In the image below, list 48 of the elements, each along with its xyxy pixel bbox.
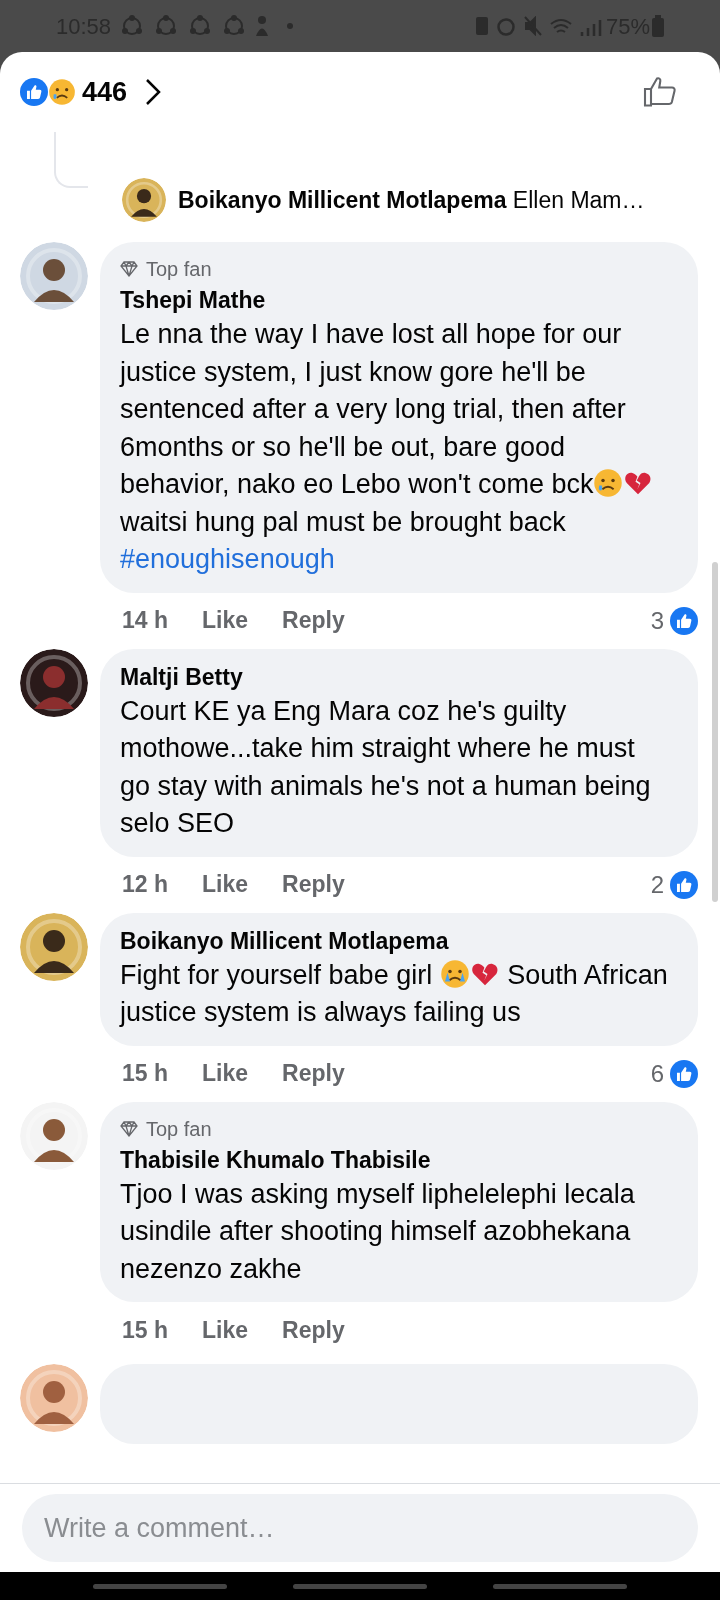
like-reaction-icon bbox=[20, 78, 48, 106]
comment-field[interactable]: Write a comment… bbox=[22, 1494, 698, 1562]
comment-time: 12 h bbox=[122, 870, 169, 900]
commenter-name[interactable]: Maltji Betty bbox=[120, 660, 668, 693]
dot-icon bbox=[287, 23, 294, 29]
like-link[interactable]: Like bbox=[202, 1312, 249, 1348]
like-link[interactable]: Like bbox=[202, 1056, 249, 1091]
alarm-icon bbox=[495, 16, 516, 36]
like-reaction-icon bbox=[670, 606, 698, 635]
comment-time: 15 h bbox=[122, 1059, 169, 1089]
commenter-name[interactable]: Thabisile Khumalo Thabisile bbox=[120, 1143, 668, 1176]
comment-text: Fight for yourself babe girl South African justice system is always failing us bbox=[120, 957, 668, 1029]
comment-text: Tjoo I was asking myself liphelelephi lecala usindile after shooting himself azobhekana nezenzo zakhe bbox=[120, 1177, 636, 1286]
comment-time: 14 h bbox=[122, 606, 169, 636]
like-count: 3 bbox=[650, 605, 664, 636]
comment-text: Court KE ya Eng Mara coz he's guilty mothowe...take him straight where he must go stay with animals he's not a human being selo SEO bbox=[120, 694, 652, 840]
like-link[interactable]: Like bbox=[202, 867, 249, 902]
diamond-icon bbox=[120, 261, 138, 277]
thumbs-up-icon[interactable] bbox=[642, 74, 678, 110]
like-count: 6 bbox=[650, 1058, 664, 1089]
chevron-right-icon[interactable] bbox=[145, 78, 162, 106]
commenter-name[interactable]: Tshepi Mathe bbox=[120, 284, 668, 316]
battery-saver-icon bbox=[475, 17, 488, 35]
like-reaction-icon bbox=[670, 870, 698, 899]
connector-line bbox=[54, 132, 88, 188]
top-fan-label: Top fan bbox=[146, 1116, 212, 1142]
person-icon bbox=[255, 15, 270, 37]
like-link[interactable]: Like bbox=[202, 603, 249, 638]
like-reaction-icon bbox=[670, 1059, 698, 1088]
reply-preview[interactable]: Boikanyo Millicent Motlapema Ellen Mam… bbox=[178, 182, 645, 218]
like-count: 2 bbox=[650, 869, 664, 900]
reply-link[interactable]: Reply bbox=[282, 867, 345, 902]
comment-text: Le nna the way I have lost all hope for our justice system, I just know gore he'll be sentenced after a very long trial, then after 6months or so he'll be out, bare good behavior, nako eo Lebo won't come bck waitsi hung pal must be brought back bbox=[120, 316, 668, 541]
reply-link[interactable]: Reply bbox=[282, 603, 345, 638]
sad-face-icon bbox=[593, 468, 624, 498]
hashtag-link[interactable]: #enoughisenough bbox=[120, 541, 335, 579]
reply-link[interactable]: Reply bbox=[282, 1312, 345, 1348]
top-fan-label: Top fan bbox=[146, 257, 212, 282]
sad-face-icon bbox=[48, 78, 76, 106]
reply-link[interactable]: Reply bbox=[282, 1056, 345, 1091]
reaction-count[interactable]: 446 bbox=[82, 71, 128, 113]
crying-face-icon bbox=[439, 958, 470, 989]
commenter-name[interactable]: Boikanyo Millicent Motlapema bbox=[120, 924, 668, 957]
wifi-icon bbox=[549, 17, 572, 35]
comment-time: 15 h bbox=[122, 1315, 169, 1345]
diamond-icon bbox=[120, 1120, 138, 1137]
mute-icon bbox=[523, 16, 542, 36]
battery-icon bbox=[652, 15, 664, 37]
